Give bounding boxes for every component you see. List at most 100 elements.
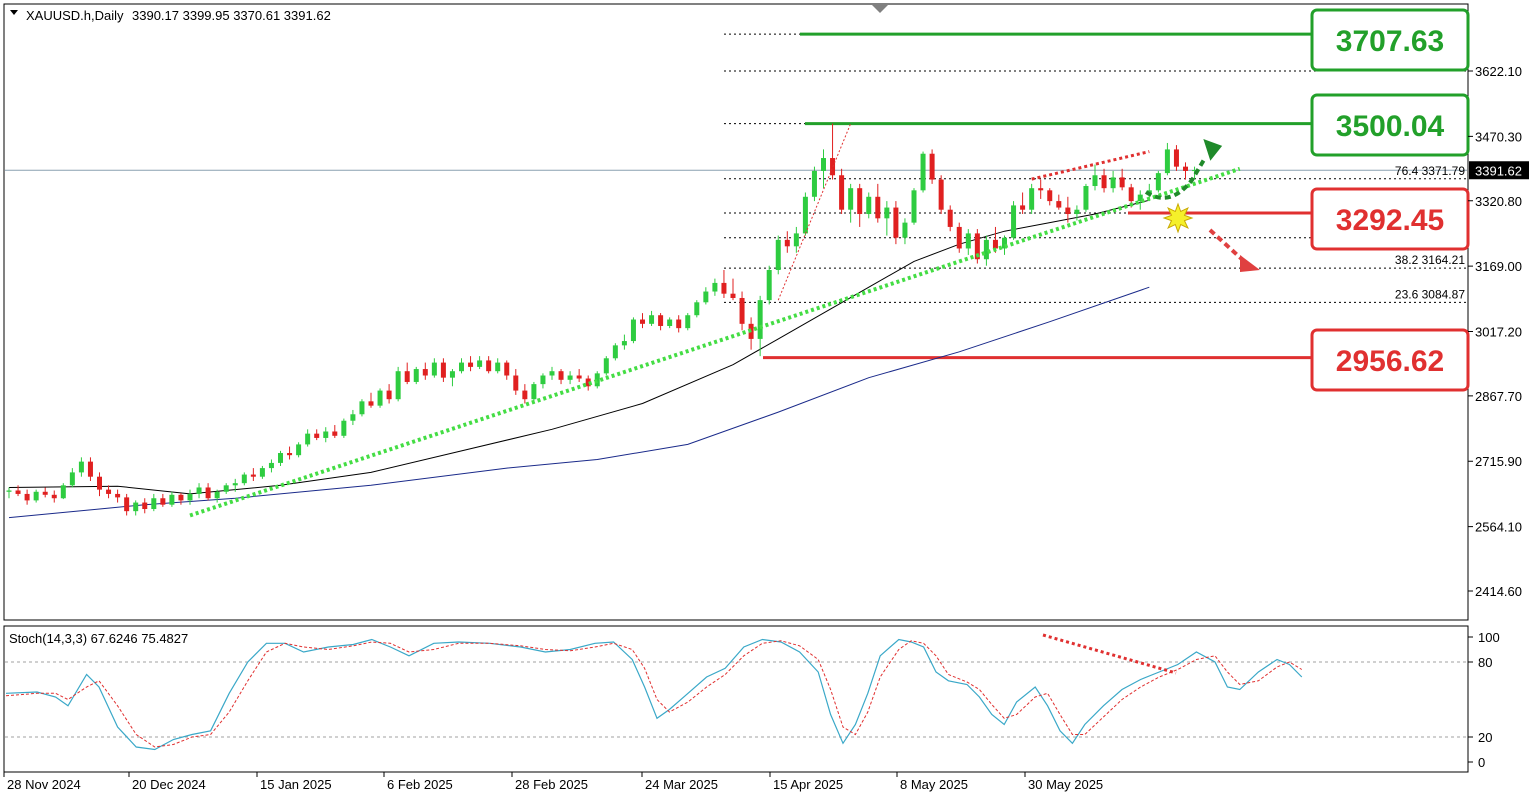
x-tick-label: 15 Jan 2025 xyxy=(260,777,332,792)
candle-body xyxy=(685,315,691,329)
candle-body xyxy=(884,207,890,219)
candle-body xyxy=(160,498,166,505)
candle-body xyxy=(784,239,790,247)
candle-body xyxy=(658,315,664,326)
candle-body xyxy=(1183,166,1188,171)
candle-body xyxy=(24,493,30,501)
candle-body xyxy=(1011,205,1017,238)
y-tick-label: 3169.00 xyxy=(1475,259,1522,274)
price-chart[interactable]: 76.4 3371.79 38.2 3164.21 23.6 3084.87 370… xyxy=(0,0,1530,799)
stoch-pane-frame xyxy=(3,625,1469,773)
candle-body xyxy=(151,498,157,510)
candle-body xyxy=(1128,187,1134,202)
candle-body xyxy=(341,420,347,436)
ohlc-header: 3390.17 3399.95 3370.61 3391.62 xyxy=(132,8,331,23)
candle-body xyxy=(404,371,410,382)
candle-body xyxy=(395,371,401,400)
candle-body xyxy=(1056,201,1062,208)
candle-body xyxy=(413,369,419,382)
main-pane-frame xyxy=(3,3,1469,621)
candle-body xyxy=(640,319,645,324)
x-tick-label: 28 Feb 2025 xyxy=(515,777,588,792)
candle-body xyxy=(1173,149,1179,167)
candle-body xyxy=(667,319,673,326)
candle-body xyxy=(712,282,718,292)
candle-body xyxy=(802,196,808,234)
y-axis: 3622.10 3470.30 3320.80 3169.00 3017.20 2867.… xyxy=(1468,64,1529,599)
candle-body xyxy=(721,282,727,294)
candle-body xyxy=(459,362,464,372)
candle-body xyxy=(78,461,84,473)
candle-body xyxy=(1083,186,1089,210)
candle-body xyxy=(1101,175,1107,189)
x-axis: 28 Nov 2024 20 Dec 2024 15 Jan 2025 6 Feb 2… xyxy=(3,772,1103,792)
candle-body xyxy=(811,170,817,197)
x-tick-label: 24 Mar 2025 xyxy=(645,777,718,792)
stoch-tick-label: 20 xyxy=(1478,730,1492,745)
candle-body xyxy=(287,453,293,456)
candle-body xyxy=(486,360,492,372)
candle-body xyxy=(992,239,998,249)
candle-body xyxy=(1020,205,1026,210)
candle-body xyxy=(15,490,21,494)
candle-body xyxy=(205,487,211,499)
candle-body xyxy=(649,315,655,324)
candle-body xyxy=(422,369,428,376)
candle-body xyxy=(965,233,971,249)
candle-body xyxy=(431,362,437,376)
candle-body xyxy=(956,226,962,249)
candle-body xyxy=(350,414,356,421)
candle-body xyxy=(314,433,320,438)
candle-body xyxy=(359,401,365,415)
candle-body xyxy=(449,371,455,378)
fib-level-label: 76.4 3371.79 xyxy=(1395,164,1465,178)
candle-body xyxy=(495,362,501,372)
candle-body xyxy=(703,291,709,303)
candle-body xyxy=(513,375,519,391)
candle-body xyxy=(178,494,184,501)
fib-level-label: 38.2 3164.21 xyxy=(1395,253,1465,267)
candle-body xyxy=(1047,190,1053,202)
candle-body xyxy=(214,491,220,499)
candle-body xyxy=(368,401,374,406)
candle-body xyxy=(504,362,510,376)
candle-body xyxy=(196,487,202,494)
candle-body xyxy=(567,375,573,380)
candle-body xyxy=(848,188,854,210)
candle-body xyxy=(305,433,311,445)
candle-body xyxy=(603,358,609,374)
y-tick-label: 3470.30 xyxy=(1475,129,1522,144)
x-tick-label: 15 Apr 2025 xyxy=(773,777,843,792)
candle-body xyxy=(911,190,917,223)
candle-body xyxy=(929,153,935,180)
y-tick-label: 2715.90 xyxy=(1475,454,1522,469)
x-tick-label: 28 Nov 2024 xyxy=(7,777,81,792)
candle-body xyxy=(821,158,826,171)
candle-body xyxy=(278,453,283,463)
candle-body xyxy=(323,431,329,438)
candle-body xyxy=(169,494,175,505)
y-tick-label: 3622.10 xyxy=(1475,64,1522,79)
y-tick-label: 3320.80 xyxy=(1475,194,1522,209)
candle-body xyxy=(866,196,872,215)
candle-body xyxy=(576,375,582,379)
candle-body xyxy=(531,384,537,400)
candle-body xyxy=(133,502,139,512)
level-box-label: 3292.45 xyxy=(1336,204,1444,237)
candle-body xyxy=(187,493,193,501)
y-tick-label: 2867.70 xyxy=(1475,389,1522,404)
candle-body xyxy=(241,474,247,484)
candle-body xyxy=(630,319,636,342)
x-tick-label: 8 May 2025 xyxy=(900,777,968,792)
candle-body xyxy=(440,362,446,378)
candle-body xyxy=(1029,188,1035,210)
candle-body xyxy=(875,196,881,219)
candle-body xyxy=(60,485,66,499)
candle-body xyxy=(621,341,627,346)
candle-body xyxy=(730,293,736,298)
candle-body xyxy=(983,239,989,260)
candle-body xyxy=(739,297,745,324)
x-tick-label: 6 Feb 2025 xyxy=(387,777,453,792)
candle-body xyxy=(1065,207,1071,215)
candle-body xyxy=(857,188,863,215)
